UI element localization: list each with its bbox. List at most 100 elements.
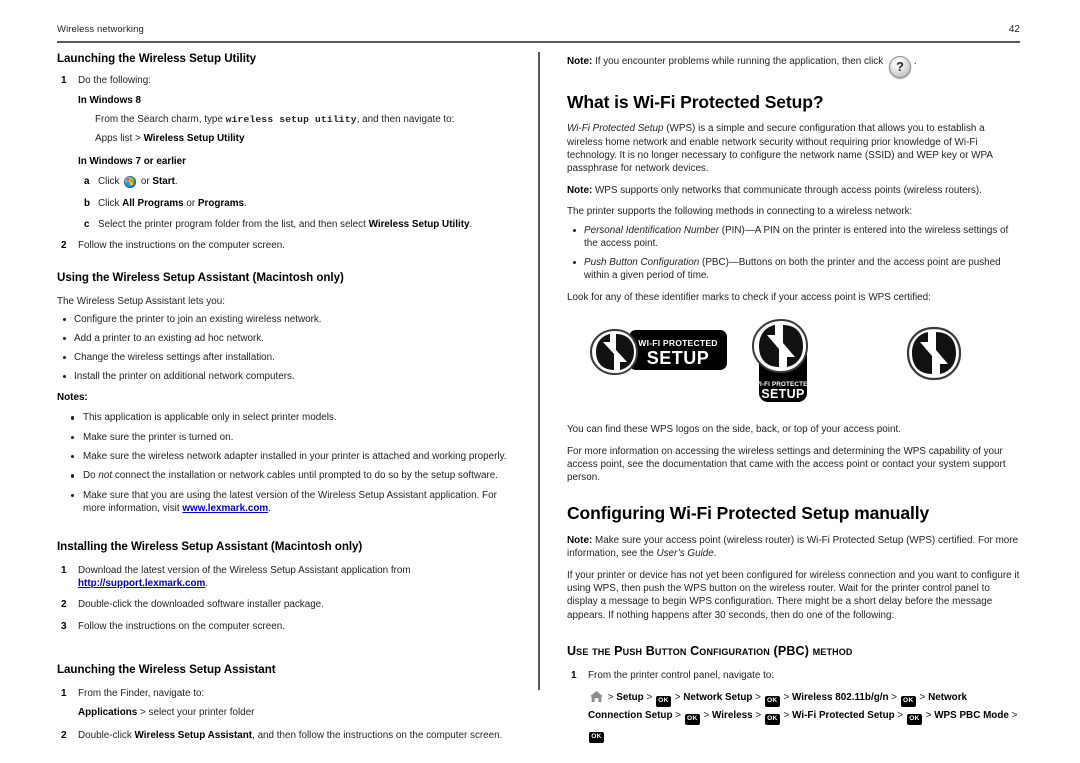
path-separator: > — [674, 691, 681, 703]
home-icon[interactable] — [589, 690, 604, 703]
support-lexmark-link[interactable]: http://support.lexmark.com — [78, 578, 205, 589]
path-separator: > — [703, 709, 710, 721]
ok-key-icon[interactable]: OK — [684, 713, 700, 725]
step-text: Download the latest version of the Wirel… — [78, 564, 411, 576]
right-column: Note: If you encounter problems while ru… — [567, 52, 1020, 743]
page-number: 42 — [1008, 24, 1020, 35]
ok-key-icon[interactable]: OK — [764, 695, 780, 707]
note-post: . — [268, 503, 271, 515]
list-item: Change the wireless settings after insta… — [57, 351, 512, 364]
lexmark-link[interactable]: www.lexmark.com — [182, 503, 268, 514]
note-post: connect the installation or network cabl… — [112, 470, 499, 482]
substep-item-c: c Select the printer program folder from… — [78, 218, 512, 231]
win8-pre: From the Search charm, type — [95, 114, 226, 126]
substep-a-bold: Start — [152, 176, 175, 188]
step-number: 1 — [61, 74, 67, 86]
step-text: From the Finder, navigate to: — [78, 688, 205, 700]
path-separator: > — [919, 691, 926, 703]
wps-identifier-intro: Look for any of these identifier marks t… — [567, 291, 931, 303]
list-item: Make sure the wireless network adapter i… — [65, 450, 512, 463]
substep-c-pre: Select the printer program folder from t… — [98, 218, 369, 230]
note-pre: Do — [83, 470, 99, 482]
path-item-setup[interactable]: Setup — [616, 692, 643, 703]
wps-logo-vertical-line2: SETUP — [761, 387, 804, 401]
list-item: Do not connect the installation or netwo… — [65, 469, 512, 482]
notes-list: This application is applicable only in s… — [65, 411, 512, 515]
path-item-wireless[interactable]: Wireless — [712, 710, 753, 721]
note-text-post: . — [913, 56, 917, 67]
note-pre: Make sure your access point (wireless ro… — [567, 534, 1019, 560]
substep-letter: c — [84, 218, 90, 230]
substep-a-post: . — [174, 176, 178, 188]
step-number: 2 — [61, 240, 67, 252]
win8-post: , and then navigate to: — [356, 114, 455, 126]
step-number: 1 — [571, 670, 577, 682]
wps-logos-location-text: You can find these WPS logos on the side… — [567, 424, 901, 436]
note-text: If you encounter problems while running … — [592, 56, 886, 67]
win8-apps-pre: Apps list > — [95, 132, 144, 144]
substep-c-bold: Wireless Setup Utility — [368, 218, 470, 230]
note-label: Note: — [567, 534, 593, 546]
header-title: Wireless networking — [57, 24, 144, 35]
win8-apps-bold: Wireless Setup Utility — [143, 132, 245, 144]
note-pre: Make sure that you are using the latest … — [83, 489, 497, 515]
wps-logo-horizontal: WI-FI PROTECTED SETUP — [585, 326, 730, 383]
wps-logo-vertical: WI-FI PROTECTED SETUP — [749, 318, 817, 411]
list-item: Push Button Configuration (PBC)—Buttons … — [567, 256, 1020, 283]
list-item: Configure the printer to join an existin… — [57, 313, 512, 326]
step-number: 1 — [61, 564, 67, 576]
note-post: . — [713, 548, 717, 560]
finder-path: Applications > select your printer folde… — [78, 706, 512, 719]
step-item: 1 Do the following: — [57, 74, 512, 87]
wps-methods-intro: The printer supports the following metho… — [567, 206, 913, 218]
windows-orb-icon — [124, 175, 137, 188]
left-column: Launching the Wireless Setup Utility 1 D… — [57, 52, 512, 748]
path-item-wifi-protected-setup[interactable]: Wi-Fi Protected Setup — [792, 710, 895, 721]
path-separator: > — [783, 709, 790, 721]
step-text-post: , and then follow the instructions on th… — [252, 729, 503, 741]
heading-launching-wireless-setup-assistant: Launching the Wireless Setup Assistant — [57, 663, 276, 677]
method-name-italic: Push Button Configuration — [584, 256, 700, 268]
substep-a-pre: Click — [98, 176, 123, 188]
heading-launching-wireless-setup-utility: Launching the Wireless Setup Utility — [57, 52, 257, 65]
windows7-heading: In Windows 7 or earlier — [78, 156, 187, 168]
step-item: 2 Double-click Wireless Setup Assistant,… — [57, 729, 512, 742]
wps-logo-horizontal-line2: SETUP — [647, 348, 710, 368]
ok-key-icon[interactable]: OK — [589, 731, 604, 743]
substep-letter: a — [84, 176, 90, 188]
step-text-post: . — [205, 577, 209, 589]
substep-letter: b — [84, 197, 91, 209]
ok-key-icon[interactable]: OK — [900, 695, 916, 707]
help-question-icon[interactable]: ? — [888, 56, 911, 78]
column-divider — [538, 52, 540, 690]
path-item-network-setup[interactable]: Network Setup — [683, 692, 752, 703]
step-item: 2 Double-click the downloaded software i… — [57, 598, 512, 611]
heading-pbc-method: Use the Push Button Configuration (PBC) … — [567, 644, 853, 659]
step-number: 3 — [61, 620, 67, 632]
win8-command: wireless setup utility — [225, 114, 357, 126]
header-rule — [57, 41, 1020, 43]
step-number: 1 — [61, 688, 67, 700]
step-text: From the printer control panel, navigate… — [588, 670, 775, 682]
windows8-block: In Windows 8 From the Search charm, type… — [78, 95, 512, 231]
steps-launch-utility-2: 2 Follow the instructions on the compute… — [57, 239, 512, 252]
path-item-wps-pbc-mode[interactable]: WPS PBC Mode — [934, 710, 1009, 721]
substep-item-a: a Click or Start. — [78, 175, 512, 188]
substep-b-post: . — [244, 197, 247, 209]
step-text-pre: Double-click — [78, 729, 135, 741]
path-item-wireless-80211[interactable]: Wireless 802.11b/g/n — [792, 692, 889, 703]
path-separator: > — [891, 691, 898, 703]
steps-launch-utility: 1 Do the following: — [57, 74, 512, 87]
ok-key-icon[interactable]: OK — [656, 695, 671, 707]
note-italic: not — [98, 470, 113, 482]
note-label: Note: — [567, 184, 593, 196]
ok-key-icon[interactable]: OK — [906, 713, 922, 725]
step-text: Follow the instructions on the computer … — [78, 620, 285, 632]
step-text-bold: Wireless Setup Assistant — [134, 729, 253, 741]
step-number: 2 — [61, 729, 67, 741]
wps-logo-group: WI-FI PROTECTED SETUP WI-FI PROTECTED SE… — [567, 318, 1020, 413]
substep-b-bold2: Programs — [197, 197, 244, 209]
note-label: Note: — [567, 56, 593, 67]
substep-b-bold1: All Programs — [122, 197, 184, 209]
ok-key-icon[interactable]: OK — [764, 713, 780, 725]
